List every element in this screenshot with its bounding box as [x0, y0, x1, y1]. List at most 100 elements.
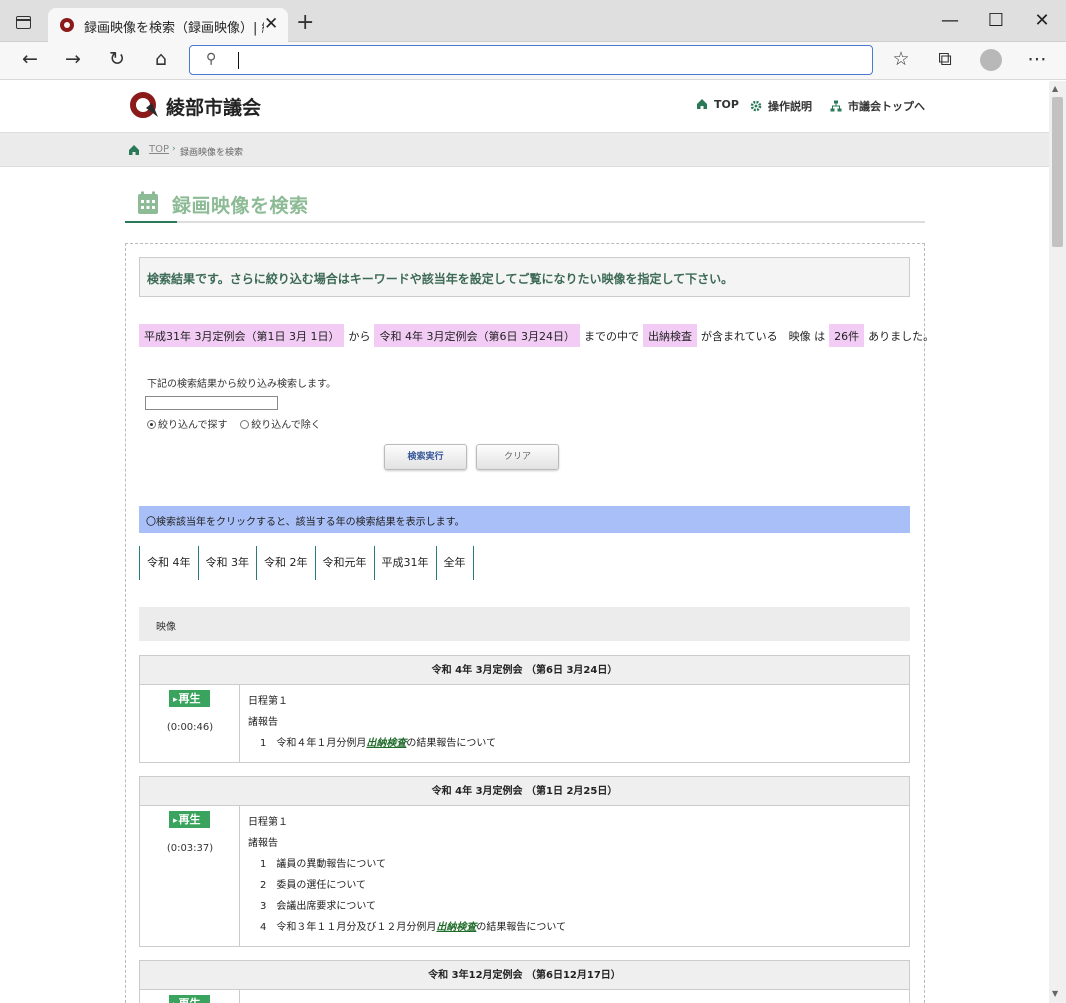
- site-logo-text[interactable]: 綾部市議会: [166, 93, 261, 120]
- home-nav-icon: [697, 99, 707, 109]
- agenda-line: 日程第１: [248, 817, 288, 828]
- session-body: 再生 (0:00:46) 日程第１ 諸報告 1 令和４年１月分例月出納検査の結果…: [140, 685, 909, 762]
- breadcrumb: TOP › 録画映像を検索: [0, 132, 1049, 167]
- year-hint-text: 〇検索該当年をクリックすると、該当する年の検索結果を表示します。: [146, 517, 465, 528]
- city-logo-icon[interactable]: [130, 91, 160, 119]
- radio-exclude-label: 絞り込んで除く: [251, 420, 321, 431]
- year-tab-heisei31[interactable]: 平成31年: [373, 546, 436, 580]
- nav-top[interactable]: TOP: [696, 98, 739, 111]
- condition-from-suffix: から: [348, 330, 371, 343]
- video-duration: (0:03:37): [166, 843, 214, 854]
- breadcrumb-home-icon[interactable]: [128, 144, 140, 156]
- scroll-thumb[interactable]: [1052, 97, 1063, 247]
- clear-button[interactable]: クリア: [476, 444, 559, 470]
- new-tab-icon[interactable]: +: [296, 10, 314, 35]
- session-media: 再生 (0:00:46): [140, 685, 240, 762]
- back-icon[interactable]: ←: [16, 48, 44, 70]
- session-card: 令和 4年 3月定例会 （第6日 3月24日） 再生 (0:00:46) 日程第…: [139, 655, 910, 763]
- condition-from: 平成31年 3月定例会（第1日 3月 1日）: [139, 324, 345, 347]
- browser-titlebar: 録画映像を検索（録画映像）| 綾 ✕ + — ☐ ✕: [0, 0, 1066, 42]
- results-header-label: 映像: [156, 622, 176, 633]
- sitemap-icon: [830, 100, 842, 112]
- minimize-icon[interactable]: —: [930, 10, 970, 31]
- agenda-item[interactable]: 3 会議出席要求について: [248, 896, 901, 917]
- radio-include[interactable]: 絞り込んで探す: [147, 420, 228, 431]
- page-title: 録画映像を検索: [172, 195, 309, 217]
- window-menu-icon[interactable]: [16, 16, 31, 29]
- nav-help[interactable]: 操作説明: [750, 98, 812, 114]
- play-button[interactable]: 再生: [169, 811, 210, 828]
- results-notice-text: 検索結果です。さらに絞り込む場合はキーワードや該当年を設定してご覧になりたい映像…: [147, 272, 734, 286]
- session-media: 再生: [140, 990, 240, 1003]
- play-button[interactable]: 再生: [169, 690, 210, 707]
- browser-toolbar: ← → ↻ ⌂ ⚲ ☆ ⧉ ⋯: [0, 42, 1066, 80]
- agenda-item[interactable]: 1 令和４年１月分例月出納検査の結果報告について: [248, 733, 901, 754]
- tab-title: 録画映像を検索（録画映像）| 綾: [84, 21, 264, 36]
- profile-avatar-icon[interactable]: [980, 49, 1002, 71]
- agenda-item[interactable]: 4 令和３年１１月分及び１２月分例月出納検査の結果報告について: [248, 917, 901, 938]
- condition-to-suffix: までの中で: [583, 330, 639, 343]
- year-tab-reiwa2[interactable]: 令和 2年: [256, 546, 315, 580]
- page-viewport: 綾部市議会 TOP 操作説明 市議会トップへ TOP › 録画映像を検索 録画映…: [0, 81, 1049, 1003]
- keyword-highlight[interactable]: 出納検査: [366, 738, 406, 749]
- radio-exclude-button[interactable]: [240, 420, 250, 429]
- agenda-item-text-after: の結果報告について: [476, 922, 567, 933]
- page-scrollbar[interactable]: ▲ ▼: [1049, 81, 1066, 1003]
- year-tab-reiwa3[interactable]: 令和 3年: [197, 546, 257, 580]
- session-body: 再生 (0:03:37) 日程第１ 諸報告 1 議員の異動報告について 2 委員…: [140, 806, 909, 946]
- year-tabs: 令和 4年 令和 3年 令和 2年 令和元年 平成31年 全年: [139, 546, 474, 580]
- scroll-up-icon[interactable]: ▲: [1052, 84, 1058, 93]
- breadcrumb-top-link[interactable]: TOP: [149, 144, 169, 155]
- year-tab-all[interactable]: 全年: [435, 546, 474, 580]
- breadcrumb-separator-icon: ›: [172, 144, 176, 154]
- agenda-item[interactable]: 1 議員の異動報告について: [248, 854, 901, 875]
- condition-keyword: 出納検査: [642, 324, 697, 347]
- session-media: 再生 (0:03:37): [140, 806, 240, 946]
- browser-tab[interactable]: 録画映像を検索（録画映像）| 綾 ✕: [48, 8, 288, 42]
- year-tab-reiwa1[interactable]: 令和元年: [314, 546, 374, 580]
- maximize-icon[interactable]: ☐: [976, 10, 1016, 31]
- agenda-line: 日程第１: [248, 696, 288, 707]
- calendar-icon: [138, 191, 158, 214]
- condition-keyword-suffix: が含まれている 映像 は: [700, 330, 826, 343]
- site-header: 綾部市議会 TOP 操作説明 市議会トップへ: [0, 81, 1049, 132]
- session-title: 令和 3年12月定例会 （第6日12月17日）: [140, 961, 909, 990]
- search-execute-button[interactable]: 検索実行: [384, 444, 467, 470]
- agenda-item[interactable]: 2 委員の選任について: [248, 875, 901, 896]
- keyword-highlight[interactable]: 出納検査: [436, 922, 476, 933]
- forward-icon[interactable]: →: [59, 48, 87, 70]
- session-body: 再生: [140, 990, 909, 1003]
- collections-icon[interactable]: ⧉: [931, 48, 959, 70]
- play-button[interactable]: 再生: [169, 995, 210, 1003]
- radio-include-label: 絞り込んで探す: [158, 420, 228, 431]
- text-caret: [238, 52, 239, 69]
- agenda-line: 諸報告: [248, 717, 278, 728]
- agenda-item-text-after: の結果報告について: [406, 738, 497, 749]
- favorites-icon[interactable]: ☆: [887, 48, 915, 70]
- reload-icon[interactable]: ↻: [103, 48, 131, 70]
- condition-to: 令和 4年 3月定例会（第6日 3月24日）: [374, 324, 580, 347]
- nav-council-top-label: 市議会トップへ: [848, 100, 925, 113]
- more-menu-icon[interactable]: ⋯: [1023, 48, 1051, 70]
- close-window-icon[interactable]: ✕: [1022, 10, 1062, 31]
- scroll-down-icon[interactable]: ▼: [1052, 989, 1058, 998]
- results-header: 映像: [139, 607, 910, 641]
- session-title: 令和 4年 3月定例会 （第1日 2月25日）: [140, 777, 909, 806]
- home-icon[interactable]: ⌂: [147, 48, 175, 70]
- page-title-block: 録画映像を検索: [125, 185, 925, 223]
- nav-council-top[interactable]: 市議会トップへ: [830, 98, 925, 114]
- title-underline-accent: [125, 221, 177, 223]
- session-agenda: 日程第１ 諸報告 1 議員の異動報告について 2 委員の選任について 3 会議出…: [240, 806, 909, 942]
- address-bar[interactable]: ⚲: [189, 45, 873, 75]
- site-favicon-icon: [60, 18, 74, 32]
- tab-close-icon[interactable]: ✕: [264, 14, 278, 34]
- session-card: 令和 4年 3月定例会 （第1日 2月25日） 再生 (0:03:37) 日程第…: [139, 776, 910, 947]
- radio-include-button[interactable]: [147, 420, 156, 429]
- nav-help-label: 操作説明: [768, 100, 812, 113]
- refine-keyword-input[interactable]: [145, 396, 278, 410]
- result-count: 26件: [829, 324, 865, 347]
- session-agenda: 日程第１ 諸報告 1 令和４年１月分例月出納検査の結果報告について: [240, 685, 909, 758]
- video-duration: (0:00:46): [166, 722, 214, 733]
- year-tab-reiwa4[interactable]: 令和 4年: [139, 546, 198, 580]
- radio-exclude[interactable]: 絞り込んで除く: [240, 420, 321, 431]
